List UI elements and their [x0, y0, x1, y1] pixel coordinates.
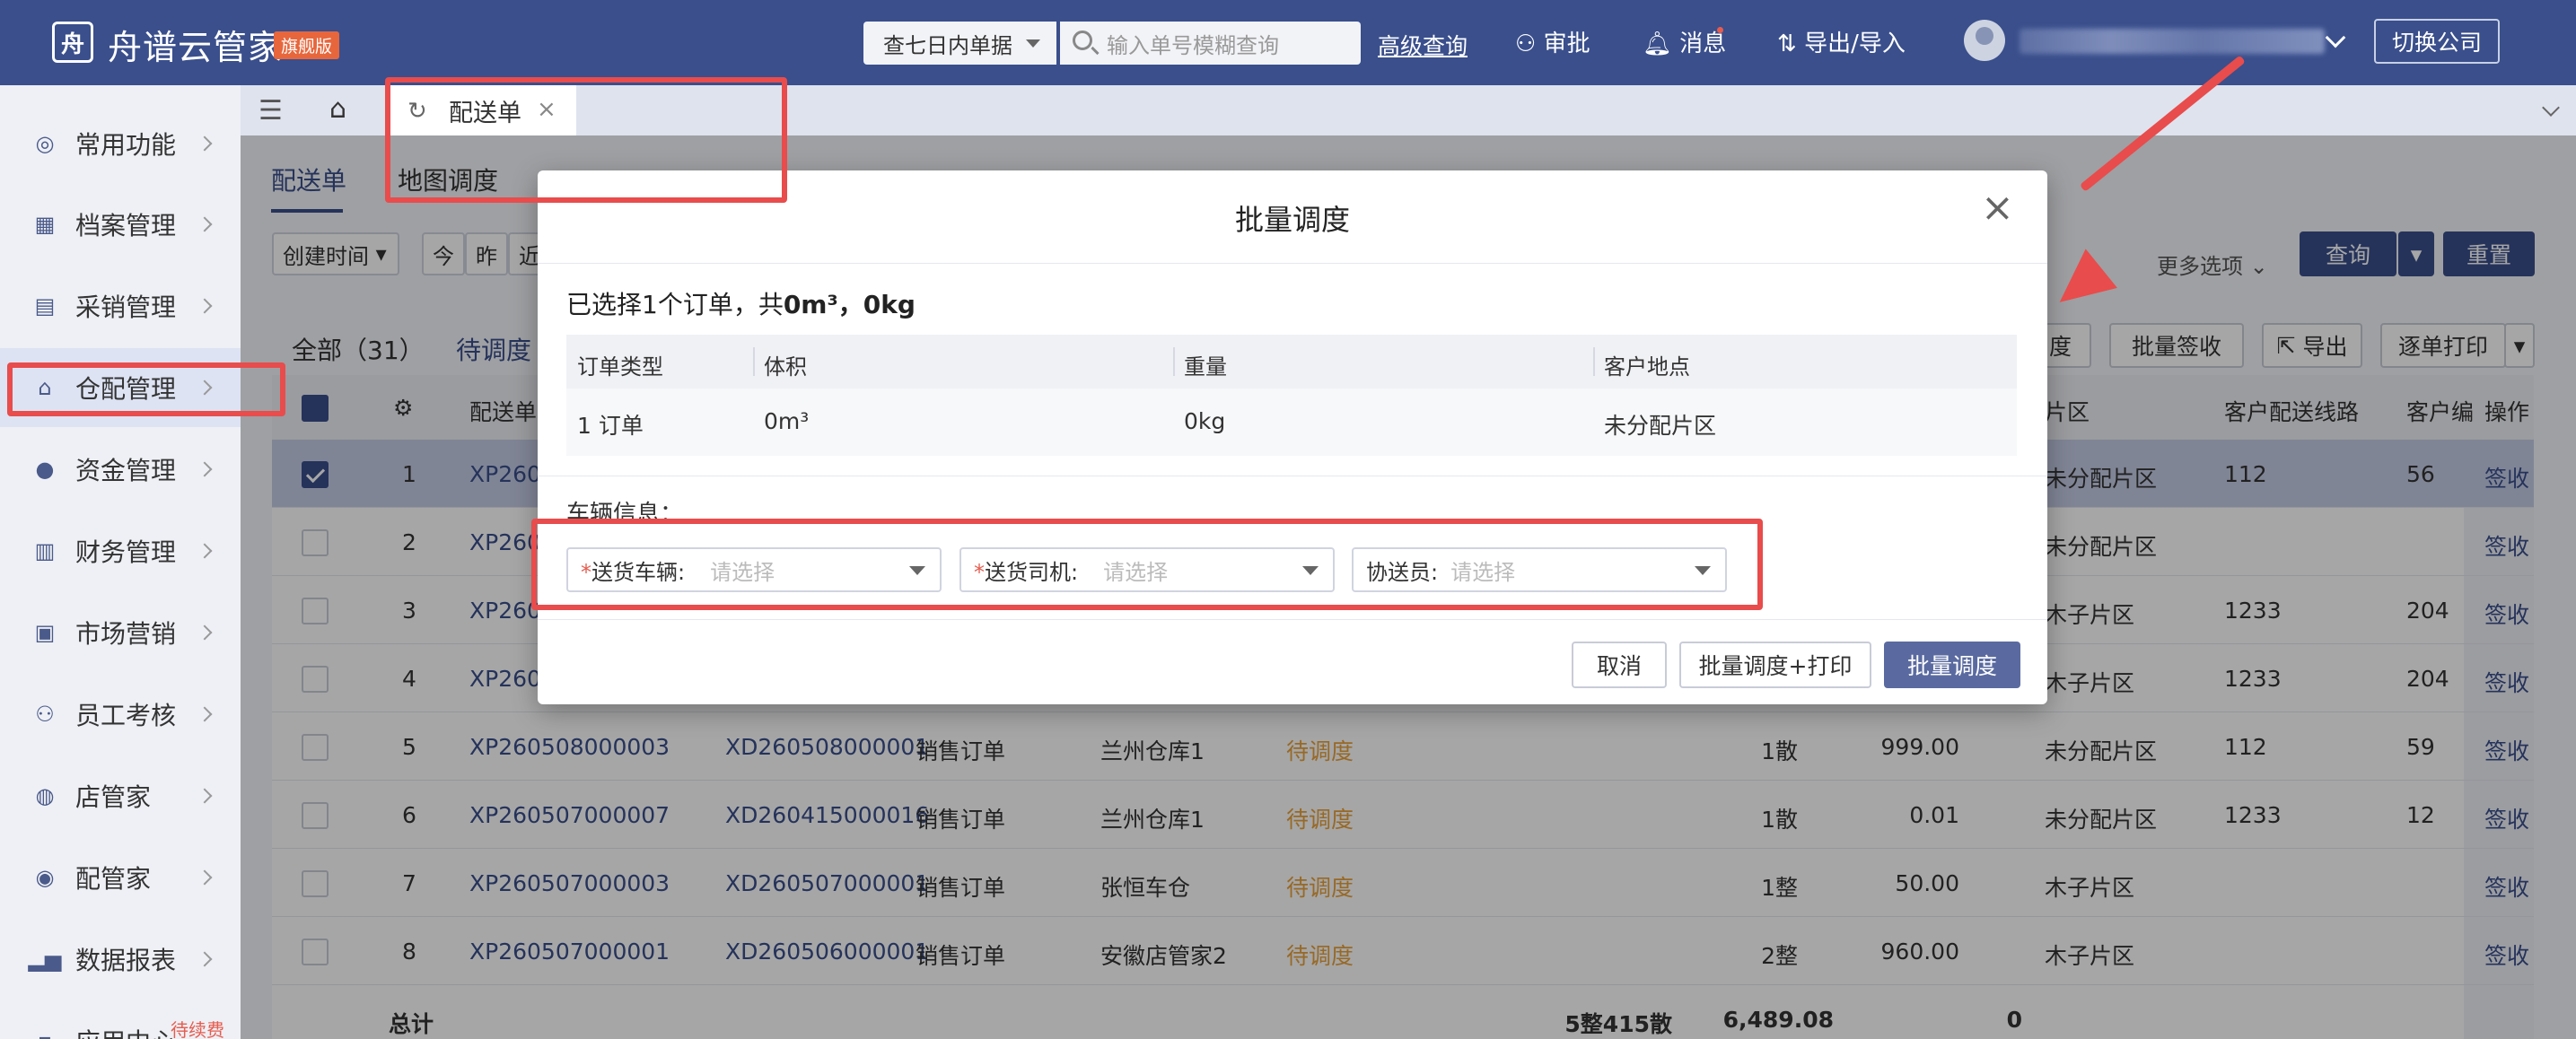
search-icon	[1073, 31, 1092, 50]
dialog-cell-volume: 0m³	[764, 408, 810, 434]
app-title: 舟谱云管家	[108, 28, 284, 67]
selection-summary: 已选择1个订单，共0m³，0kg	[566, 290, 916, 319]
staff-icon: ⚇	[35, 702, 55, 727]
divider	[538, 619, 2047, 620]
chevron-right-icon	[197, 380, 213, 396]
chevron-right-icon	[197, 298, 213, 314]
dispatch-button[interactable]: 批量调度	[1884, 642, 2020, 688]
edition-badge: 旗舰版	[274, 31, 340, 59]
assistant-select[interactable]: 协送员: 请选择	[1352, 547, 1727, 592]
chevron-right-icon	[197, 543, 213, 559]
vehicle-section-label: 车辆信息：	[566, 501, 684, 528]
export-import-button[interactable]: ⇅ 导出/导入	[1777, 25, 1906, 58]
collapse-menu-icon[interactable]: ☰	[258, 95, 283, 127]
chevron-right-icon	[197, 461, 213, 477]
sidebar-item-fund[interactable]: ● 资金管理	[0, 430, 241, 509]
switch-company-button[interactable]: 切换公司	[2374, 19, 2500, 64]
dialog-table-header: 订单类型 体积 重量 客户地点	[566, 335, 2017, 389]
chevron-right-icon	[197, 624, 213, 641]
chevron-right-icon	[197, 869, 213, 886]
dialog-title: 批量调度	[1234, 203, 1350, 237]
sidebar-item-finance[interactable]: ▥ 财务管理	[0, 511, 241, 590]
sort-icon: ⇅	[1777, 31, 1797, 57]
tab-delivery-order[interactable]: ↻ 配送单 ×	[386, 85, 576, 135]
order-search-input[interactable]: 输入单号模糊查询	[1060, 22, 1361, 65]
sidebar-item-staff[interactable]: ⚇ 员工考核	[0, 675, 241, 754]
sidebar-item-delivery[interactable]: ◉ 配管家	[0, 838, 241, 917]
app-logo: 舟	[52, 22, 93, 63]
refresh-icon[interactable]: ↻	[407, 98, 427, 125]
dispatch-print-button[interactable]: 批量调度+打印	[1679, 642, 1871, 688]
chevron-down-icon	[1026, 39, 1040, 48]
notification-dot	[1717, 27, 1723, 33]
archive-icon: ▦	[34, 212, 56, 237]
divider	[538, 263, 2047, 264]
sidebar-item-warehouse[interactable]: ⌂ 仓配管理	[0, 348, 241, 427]
warehouse-icon: ⌂	[38, 375, 52, 400]
messages-button[interactable]: 🔔︎ 消息	[1643, 25, 1726, 58]
advanced-query-link[interactable]: 高级查询	[1378, 29, 1468, 61]
calculator-icon: ▥	[34, 538, 56, 563]
delivery-icon: ◉	[35, 865, 55, 890]
dialog-order-table: 订单类型 体积 重量 客户地点 1 订单 0m³ 0kg 未分配片区	[566, 335, 2017, 456]
market-icon: ▣	[34, 620, 56, 645]
sidebar-item-common[interactable]: ◎ 常用功能	[0, 104, 241, 183]
batch-dispatch-dialog: 批量调度 × 已选择1个订单，共0m³，0kg 订单类型 体积 重量 客户地点 …	[538, 170, 2047, 704]
bell-icon: 🔔︎	[1643, 31, 1673, 57]
home-icon[interactable]: ⌂	[329, 93, 346, 125]
dialog-cell-location: 未分配片区	[1604, 413, 1717, 439]
chevron-right-icon	[197, 216, 213, 232]
dialog-cell-weight: 0kg	[1184, 408, 1226, 434]
sidebar-item-purchase[interactable]: ▤ 采销管理	[0, 266, 241, 345]
chart-icon: ▂▅	[28, 947, 62, 972]
date-range-select[interactable]: 查七日内单据	[863, 22, 1056, 65]
sidebar-item-marketing[interactable]: ▣ 市场营销	[0, 593, 241, 672]
driver-select[interactable]: *送货司机: 请选择	[959, 547, 1335, 592]
chevron-right-icon	[197, 951, 213, 967]
money-bag-icon: ●	[35, 457, 55, 482]
user-name-blurred[interactable]	[2020, 29, 2325, 54]
renewal-badge: 待续费	[171, 1019, 224, 1039]
vehicle-select[interactable]: *送货车辆: 请选择	[566, 547, 942, 592]
user-icon: ⚇	[1515, 31, 1537, 57]
chevron-right-icon	[197, 135, 213, 152]
star-icon: ◎	[35, 131, 55, 156]
dialog-cell-type: 1 订单	[577, 413, 644, 439]
cancel-button[interactable]: 取消	[1572, 642, 1667, 688]
store-icon: ◍	[35, 783, 55, 808]
chevron-down-icon[interactable]	[2325, 27, 2346, 48]
sidebar-item-store[interactable]: ◍ 店管家	[0, 756, 241, 835]
apps-icon: ▪	[32, 1028, 57, 1039]
sidebar-item-reports[interactable]: ▂▅ 数据报表	[0, 920, 241, 999]
avatar[interactable]	[1964, 20, 2005, 61]
chevron-right-icon	[197, 706, 213, 722]
purchase-icon: ▤	[34, 293, 56, 319]
sidebar-item-archive[interactable]: ▦ 档案管理	[0, 185, 241, 264]
close-icon[interactable]: ×	[537, 96, 556, 123]
approve-button[interactable]: ⚇ 审批	[1515, 25, 1590, 58]
chevron-down-icon	[909, 566, 925, 575]
chevron-down-icon	[1302, 566, 1319, 575]
chevron-right-icon	[197, 788, 213, 804]
tab-bar	[241, 85, 2576, 135]
close-icon[interactable]: ×	[1981, 188, 2014, 228]
chevron-down-icon	[1695, 566, 1711, 575]
top-bar: 舟 舟谱云管家 旗舰版 查七日内单据 输入单号模糊查询 高级查询 ⚇ 审批 🔔︎…	[0, 0, 2576, 85]
